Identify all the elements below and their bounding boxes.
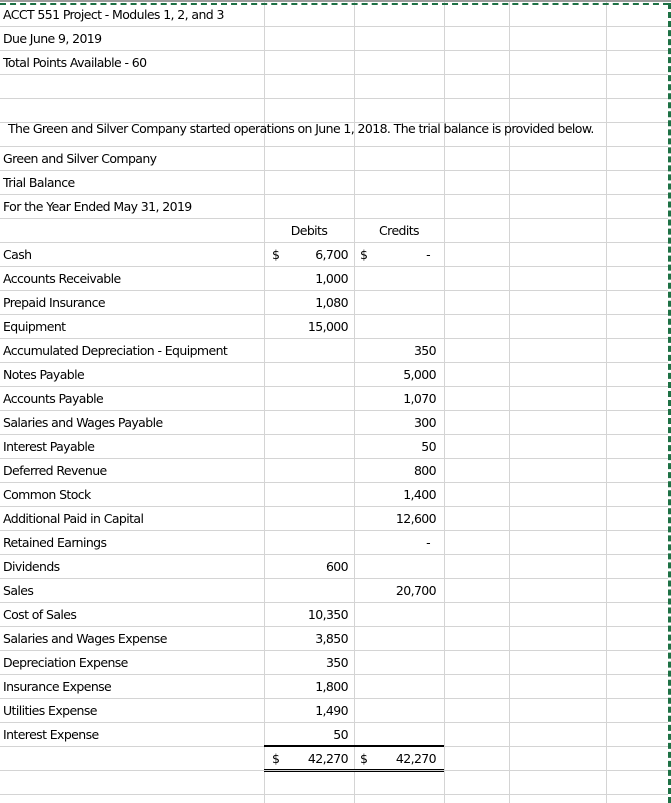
row-gridline — [0, 98, 668, 99]
account-name[interactable]: Additional Paid in Capital — [3, 507, 144, 531]
company-name[interactable]: Green and Silver Company — [3, 147, 157, 171]
credit-amount[interactable]: 800 — [354, 459, 437, 483]
credit-amount[interactable]: 50 — [354, 435, 436, 459]
total-double-underline-2 — [264, 771, 444, 772]
account-name[interactable]: Sales — [3, 579, 34, 603]
debit-amount[interactable] — [264, 387, 348, 411]
debit-amount[interactable] — [264, 483, 348, 507]
debit-amount[interactable] — [264, 339, 348, 363]
debit-amount[interactable]: 50 — [264, 723, 348, 747]
account-name[interactable]: Depreciation Expense — [3, 651, 128, 675]
debit-amount[interactable]: 1,080 — [264, 291, 348, 315]
debit-amount[interactable] — [264, 579, 348, 603]
account-name[interactable]: Interest Payable — [3, 435, 95, 459]
credit-amount[interactable] — [354, 675, 436, 699]
account-name[interactable]: Common Stock — [3, 483, 91, 507]
account-name[interactable]: Dividends — [3, 555, 60, 579]
credit-amount[interactable] — [354, 267, 436, 291]
account-name[interactable]: Deferred Revenue — [3, 459, 107, 483]
credit-amount[interactable]: 1,400 — [354, 483, 436, 507]
column-gridline — [606, 2, 607, 803]
account-name[interactable]: Utilities Expense — [3, 699, 97, 723]
row-gridline — [0, 794, 668, 795]
debit-amount[interactable]: 1,000 — [264, 267, 348, 291]
spreadsheet-grid[interactable]: ACCT 551 Project - Modules 1, 2, and 3 D… — [0, 0, 671, 803]
credit-amount[interactable] — [354, 315, 436, 339]
intro-text[interactable]: The Green and Silver Company started ope… — [8, 117, 594, 141]
due-date[interactable]: Due June 9, 2019 — [3, 27, 102, 51]
credit-amount[interactable] — [354, 555, 436, 579]
credit-amount[interactable]: 350 — [354, 339, 437, 363]
credit-amount[interactable]: - — [354, 531, 431, 555]
credit-amount[interactable] — [354, 291, 436, 315]
account-name[interactable]: Accounts Payable — [3, 387, 104, 411]
debit-amount[interactable]: 15,000 — [264, 315, 349, 339]
statement-title[interactable]: Trial Balance — [3, 171, 75, 195]
account-name[interactable]: Salaries and Wages Expense — [3, 627, 167, 651]
debit-amount[interactable] — [264, 411, 348, 435]
total-double-underline-1 — [264, 769, 444, 770]
credit-amount[interactable] — [354, 723, 436, 747]
credit-amount[interactable] — [354, 699, 436, 723]
debit-amount[interactable] — [264, 363, 348, 387]
debits-header[interactable]: Debits — [264, 219, 354, 243]
credit-amount[interactable] — [354, 651, 436, 675]
account-name[interactable]: Cash — [3, 243, 32, 267]
debit-amount[interactable] — [264, 435, 348, 459]
account-name[interactable]: Equipment — [3, 315, 66, 339]
credit-amount[interactable] — [354, 603, 436, 627]
project-title[interactable]: ACCT 551 Project - Modules 1, 2, and 3 — [3, 3, 224, 27]
total-credits[interactable]: 42,270 — [354, 747, 437, 771]
debit-amount[interactable]: 1,490 — [264, 699, 348, 723]
copy-marquee-top — [0, 3, 669, 5]
debit-amount[interactable] — [264, 459, 348, 483]
credits-header[interactable]: Credits — [354, 219, 444, 243]
account-name[interactable]: Accounts Receivable — [3, 267, 121, 291]
account-name[interactable]: Retained Earnings — [3, 531, 107, 555]
credit-amount[interactable]: 20,700 — [354, 579, 437, 603]
total-debits[interactable]: 42,270 — [264, 747, 349, 771]
credit-amount[interactable]: 1,070 — [354, 387, 436, 411]
debit-amount[interactable]: 1,800 — [264, 675, 348, 699]
statement-period[interactable]: For the Year Ended May 31, 2019 — [3, 195, 192, 219]
account-name[interactable]: Interest Expense — [3, 723, 99, 747]
account-name[interactable]: Accumulated Depreciation - Equipment — [3, 339, 228, 363]
account-name[interactable]: Prepaid Insurance — [3, 291, 106, 315]
debit-amount[interactable]: 3,850 — [264, 627, 348, 651]
total-top-border — [264, 745, 444, 747]
credit-amount[interactable]: 5,000 — [354, 363, 436, 387]
debit-amount[interactable]: 10,350 — [264, 603, 349, 627]
account-name[interactable]: Salaries and Wages Payable — [3, 411, 163, 435]
account-name[interactable]: Insurance Expense — [3, 675, 112, 699]
debit-amount[interactable]: 600 — [264, 555, 349, 579]
account-name[interactable]: Notes Payable — [3, 363, 85, 387]
credit-amount[interactable]: - — [354, 243, 431, 267]
debit-amount[interactable]: 350 — [264, 651, 349, 675]
grid-top-border — [0, 0, 671, 2]
debit-amount[interactable] — [264, 507, 348, 531]
credit-amount[interactable] — [354, 627, 436, 651]
account-name[interactable]: Cost of Sales — [3, 603, 77, 627]
total-points[interactable]: Total Points Available - 60 — [3, 51, 147, 75]
debit-amount[interactable] — [264, 531, 348, 555]
credit-amount[interactable]: 300 — [354, 411, 437, 435]
debit-amount[interactable]: 6,700 — [264, 243, 348, 267]
credit-amount[interactable]: 12,600 — [354, 507, 437, 531]
